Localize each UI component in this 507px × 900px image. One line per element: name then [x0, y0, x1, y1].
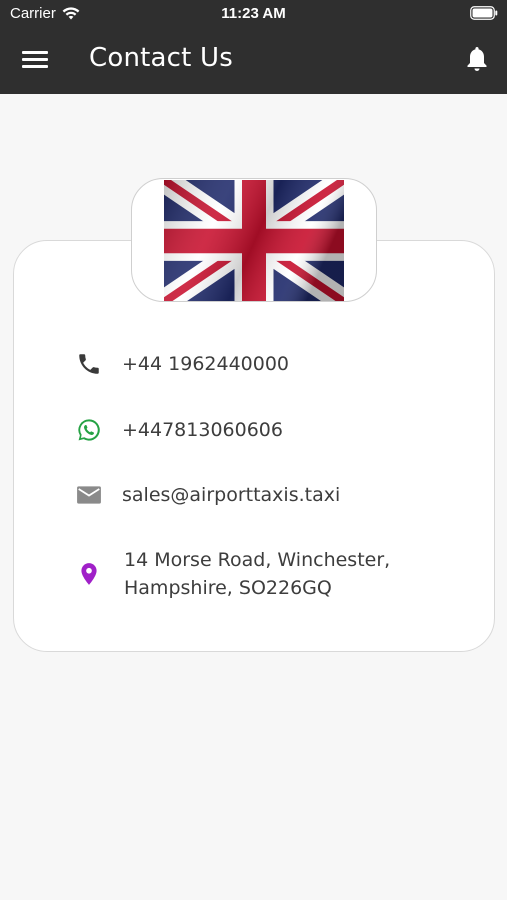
hamburger-menu-icon[interactable]	[22, 48, 48, 70]
battery-icon	[470, 6, 498, 20]
email-address: sales@airporttaxis.taxi	[122, 484, 341, 506]
union-jack-flag-icon	[164, 180, 344, 301]
status-bar: Carrier 11:23 AM	[0, 0, 507, 27]
status-time: 11:23 AM	[221, 5, 286, 22]
phone-icon	[79, 354, 99, 374]
whatsapp-icon	[78, 419, 100, 441]
page-title: Contact Us	[89, 43, 233, 73]
mail-icon	[77, 486, 101, 504]
location-pin-icon	[81, 563, 97, 585]
notification-bell-icon[interactable]	[465, 45, 489, 73]
address-line-2: Hampshire, SO226GQ	[124, 577, 332, 599]
whatsapp-number: +447813060606	[122, 419, 283, 441]
app-bar: Contact Us	[0, 27, 507, 94]
address-line-1: 14 Morse Road, Winchester,	[124, 549, 391, 571]
flag-frame	[131, 178, 377, 302]
phone-number: +44 1962440000	[122, 353, 290, 375]
